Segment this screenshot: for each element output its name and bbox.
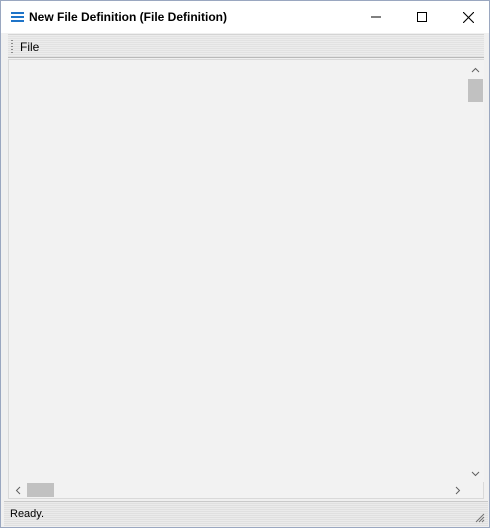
close-icon <box>462 11 474 23</box>
close-button[interactable] <box>445 1 490 33</box>
content-area[interactable] <box>8 59 484 499</box>
horizontal-scrollbar[interactable] <box>9 482 467 498</box>
vertical-scrollbar[interactable] <box>467 60 484 482</box>
horizontal-scroll-thumb[interactable] <box>27 483 54 497</box>
window-title: New File Definition (File Definition) <box>29 10 227 24</box>
toolbar-grip[interactable] <box>11 40 13 54</box>
application-window: New File Definition (File Definition) Fi… <box>0 0 490 528</box>
list-icon <box>11 12 24 22</box>
menu-bar: File <box>8 34 484 58</box>
vertical-scroll-thumb[interactable] <box>468 79 483 102</box>
chevron-right-icon[interactable] <box>455 486 461 495</box>
minimize-button[interactable] <box>353 1 399 33</box>
menu-file[interactable]: File <box>20 40 39 54</box>
chevron-down-icon[interactable] <box>471 471 480 477</box>
title-bar[interactable]: New File Definition (File Definition) <box>1 1 489 33</box>
maximize-icon <box>417 12 427 22</box>
chevron-up-icon[interactable] <box>471 67 480 73</box>
resize-grip-icon[interactable] <box>473 511 485 523</box>
maximize-button[interactable] <box>399 1 445 33</box>
chevron-left-icon[interactable] <box>15 486 21 495</box>
status-text: Ready. <box>10 508 45 520</box>
minimize-icon <box>371 16 381 18</box>
status-bar: Ready. <box>4 501 488 526</box>
